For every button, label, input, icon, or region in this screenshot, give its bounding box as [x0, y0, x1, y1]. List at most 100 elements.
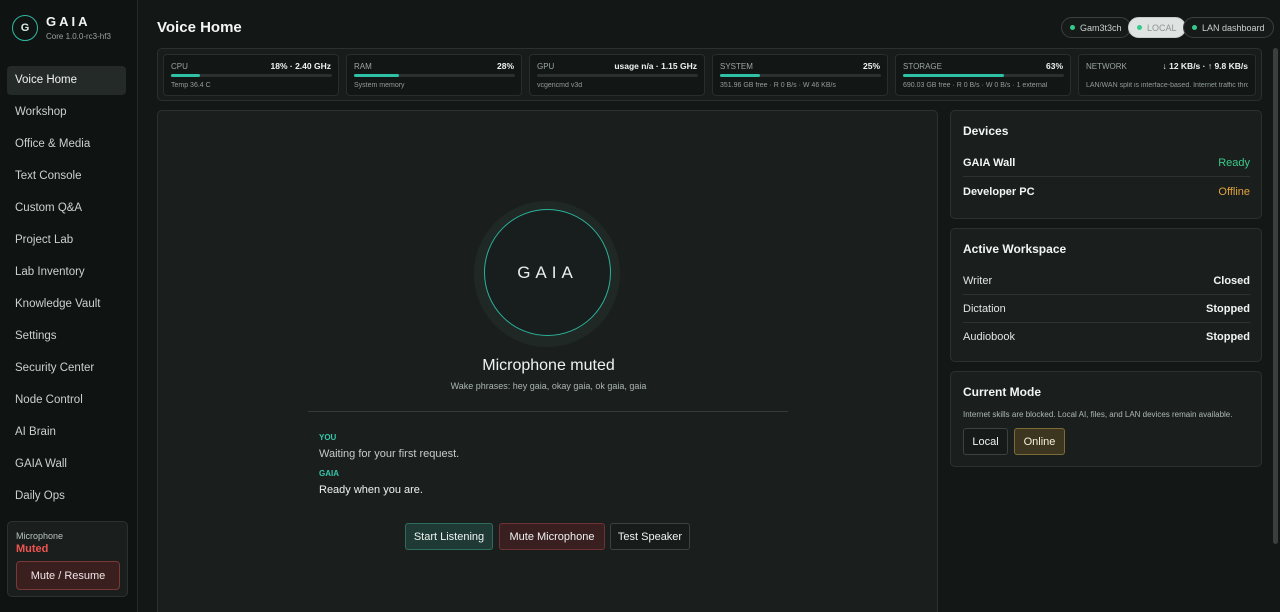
device-name: GAIA Wall [963, 157, 1016, 169]
wake-phrases: Wake phrases: hey gaia, okay gaia, ok ga… [450, 381, 647, 391]
stat-track [720, 74, 881, 77]
mode-description: Internet skills are blocked. Local AI, f… [963, 410, 1233, 419]
sidebar-item-daily-ops[interactable]: Daily Ops [7, 482, 126, 511]
stat-track [537, 74, 698, 77]
stat-label: GPU [537, 62, 555, 71]
current-mode-card: Current Mode Internet skills are blocked… [950, 371, 1262, 467]
mode-pill-label: LOCAL [1147, 22, 1177, 33]
stat-track [903, 74, 1064, 77]
stat-sub: vcgencmd v3d [537, 82, 583, 89]
stat-value: 63% [1045, 61, 1063, 71]
sidebar-item-knowledge-vault[interactable]: Knowledge Vault [7, 290, 126, 319]
microphone-status: Microphone muted [482, 357, 615, 374]
workspace-status: Stopped [1206, 303, 1250, 315]
you-message: Waiting for your first request. [319, 448, 460, 460]
sidebar-item-text-console[interactable]: Text Console [7, 162, 126, 191]
sidebar-item-office-media[interactable]: Office & Media [7, 130, 126, 159]
workspace-status: Closed [1213, 275, 1250, 287]
stat-system: SYSTEM 25% 351.96 GB free · R 0 B/s · W … [712, 54, 888, 96]
device-row[interactable]: GAIA Wall Ready [963, 149, 1250, 177]
status-dot-icon [1137, 25, 1142, 30]
status-dot-icon [1192, 25, 1197, 30]
brand-version: Core 1.0.0-rc3-hf3 [46, 32, 111, 41]
stat-sub: 690.03 GB free · R 0 B/s · W 0 B/s · 1 e… [903, 82, 1048, 89]
stat-value: 25% [862, 61, 880, 71]
user-pill-label: Gam3t3ch [1080, 22, 1122, 33]
workspace-row: Audiobook Stopped [963, 323, 1250, 351]
device-status: Ready [1218, 157, 1250, 169]
sidebar-nav: Voice Home Workshop Office & Media Text … [7, 66, 126, 514]
devices-title: Devices [963, 124, 1009, 138]
stat-value: usage n/a · 1.15 GHz [614, 61, 697, 71]
stat-gpu: GPU usage n/a · 1.15 GHz vcgencmd v3d [529, 54, 705, 96]
sidebar-item-gaia-wall[interactable]: GAIA Wall [7, 450, 126, 479]
sidebar-item-node-control[interactable]: Node Control [7, 386, 126, 415]
sidebar-item-project-lab[interactable]: Project Lab [7, 226, 126, 255]
lan-dashboard-pill[interactable]: LAN dashboard [1183, 17, 1274, 38]
sidebar: G GAIA Core 1.0.0-rc3-hf3 Voice Home Wor… [0, 0, 138, 612]
stat-track [354, 74, 515, 77]
gaia-label: GAIA [319, 469, 339, 478]
stat-label: CPU [171, 62, 188, 71]
workspace-status: Stopped [1206, 331, 1250, 343]
user-pill[interactable]: Gam3t3ch [1061, 17, 1131, 38]
stat-label: NETWORK [1086, 62, 1127, 71]
device-row[interactable]: Developer PC Offline [963, 178, 1250, 206]
stat-value: 18% · 2.40 GHz [270, 61, 331, 71]
stat-label: RAM [354, 62, 372, 71]
status-dot-icon [1070, 25, 1075, 30]
you-label: YOU [319, 433, 337, 442]
stat-sub: System memory [354, 82, 405, 89]
lan-dashboard-label: LAN dashboard [1202, 22, 1265, 33]
test-speaker-button[interactable]: Test Speaker [610, 523, 690, 550]
stat-sub: LAN/WAN split is interface-based. Intern… [1086, 82, 1248, 89]
stat-fill [171, 74, 200, 77]
divider [308, 411, 788, 412]
page-scrollbar[interactable] [1273, 48, 1278, 544]
stat-storage: STORAGE 63% 690.03 GB free · R 0 B/s · W… [895, 54, 1071, 96]
mode-pill[interactable]: LOCAL [1128, 17, 1186, 38]
devices-card: Devices GAIA Wall Ready Developer PC Off… [950, 110, 1262, 219]
start-listening-button[interactable]: Start Listening [405, 523, 493, 550]
stat-track [171, 74, 332, 77]
workspace-title: Active Workspace [963, 242, 1067, 256]
sidebar-item-custom-qa[interactable]: Custom Q&A [7, 194, 126, 223]
brand: G GAIA Core 1.0.0-rc3-hf3 [12, 14, 111, 41]
mode-title: Current Mode [963, 385, 1041, 399]
active-workspace-card: Active Workspace Writer Closed Dictation… [950, 228, 1262, 362]
microphone-label: Microphone [16, 531, 64, 541]
online-mode-button[interactable]: Online [1014, 428, 1065, 455]
workspace-name: Audiobook [963, 331, 1015, 343]
system-stats-bar: CPU 18% · 2.40 GHz Temp 36.4 C RAM 28% S… [157, 48, 1262, 101]
stat-label: STORAGE [903, 62, 942, 71]
gaia-logo-icon: G [12, 14, 38, 41]
sidebar-item-ai-brain[interactable]: AI Brain [7, 418, 126, 447]
stat-fill [720, 74, 761, 77]
stat-fill [903, 74, 1005, 77]
stat-label: SYSTEM [720, 62, 753, 71]
workspace-name: Dictation [963, 303, 1006, 315]
microphone-panel: Microphone Muted Mute / Resume [7, 521, 128, 597]
stat-value: 28% [496, 61, 514, 71]
local-mode-button[interactable]: Local [963, 428, 1008, 455]
stat-sub: Temp 36.4 C [171, 82, 211, 89]
sidebar-item-settings[interactable]: Settings [7, 322, 126, 351]
workspace-row: Dictation Stopped [963, 295, 1250, 323]
voice-panel: GAIA Microphone muted Wake phrases: hey … [157, 110, 938, 612]
sidebar-item-security-center[interactable]: Security Center [7, 354, 126, 383]
stat-sub: 351.96 GB free · R 0 B/s · W 46 KB/s [720, 82, 836, 89]
mute-resume-button[interactable]: Mute / Resume [16, 561, 120, 590]
brand-name: GAIA [46, 14, 91, 29]
mute-microphone-button[interactable]: Mute Microphone [499, 523, 605, 550]
sidebar-item-workshop[interactable]: Workshop [7, 98, 126, 127]
sidebar-item-lab-inventory[interactable]: Lab Inventory [7, 258, 126, 287]
sidebar-item-voice-home[interactable]: Voice Home [7, 66, 126, 95]
stat-fill [354, 74, 400, 77]
stat-network: NETWORK ↓ 12 KB/s · ↑ 9.8 KB/s LAN/WAN s… [1078, 54, 1256, 96]
stat-value: ↓ 12 KB/s · ↑ 9.8 KB/s [1162, 61, 1248, 71]
stat-ram: RAM 28% System memory [346, 54, 522, 96]
gaia-orb[interactable]: GAIA [484, 209, 611, 336]
gaia-message: Ready when you are. [319, 484, 423, 496]
device-name: Developer PC [963, 186, 1035, 198]
microphone-state: Muted [16, 543, 49, 555]
